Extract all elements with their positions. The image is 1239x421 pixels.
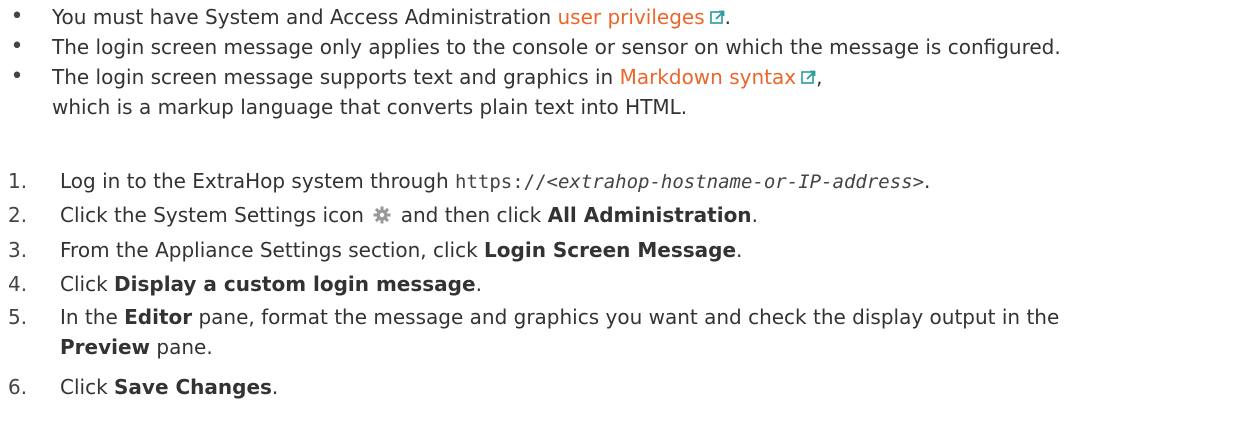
step-5: 5. In the Editor pane, format the messag… <box>8 302 1140 362</box>
bullet-marker: • <box>10 4 24 29</box>
preview-label: Preview <box>60 335 151 359</box>
prerequisite-text: The login screen message only applies to… <box>52 35 1061 59</box>
step-number: 4. <box>8 272 28 296</box>
display-custom-login-message-label: Display a custom login message <box>114 272 476 296</box>
all-administration-label: All Administration <box>547 203 752 227</box>
save-changes-label: Save Changes <box>114 375 272 399</box>
step-4: 4. Click Display a custom login message. <box>8 269 1239 299</box>
step-6: 6. Click Save Changes. <box>8 372 1239 402</box>
gear-icon <box>373 206 391 224</box>
step-number: 6. <box>8 375 28 399</box>
prerequisite-text: The login screen message supports text a… <box>52 65 620 89</box>
external-link-icon[interactable] <box>801 70 816 85</box>
login-screen-message-label: Login Screen Message <box>484 238 737 262</box>
prerequisite-item-markdown: • The login screen message supports text… <box>0 62 852 122</box>
bullet-marker: • <box>10 64 24 89</box>
step-number: 1. <box>8 169 28 193</box>
prerequisite-item-privileges: • You must have System and Access Admini… <box>0 2 1232 32</box>
step-number: 2. <box>8 203 28 227</box>
step-1: 1. Log in to the ExtraHop system through… <box>8 166 1239 197</box>
bullet-marker: • <box>10 34 24 59</box>
external-link-icon[interactable] <box>709 10 725 25</box>
prerequisite-item-scope: • The login screen message only applies … <box>0 32 1239 62</box>
step-number: 5. <box>8 305 28 329</box>
editor-label: Editor <box>124 305 193 329</box>
markdown-syntax-link[interactable]: Markdown syntax <box>620 65 797 89</box>
step-number: 3. <box>8 238 28 262</box>
step-3: 3. From the Appliance Settings section, … <box>8 235 1239 265</box>
url-code: https://<extrahop-hostname-or-IP-address… <box>455 171 925 193</box>
prerequisite-text: You must have System and Access Administ… <box>52 5 558 29</box>
step-2: 2. Click the System Settings icon and th… <box>8 200 1239 230</box>
user-privileges-link[interactable]: user privileges <box>558 5 705 29</box>
